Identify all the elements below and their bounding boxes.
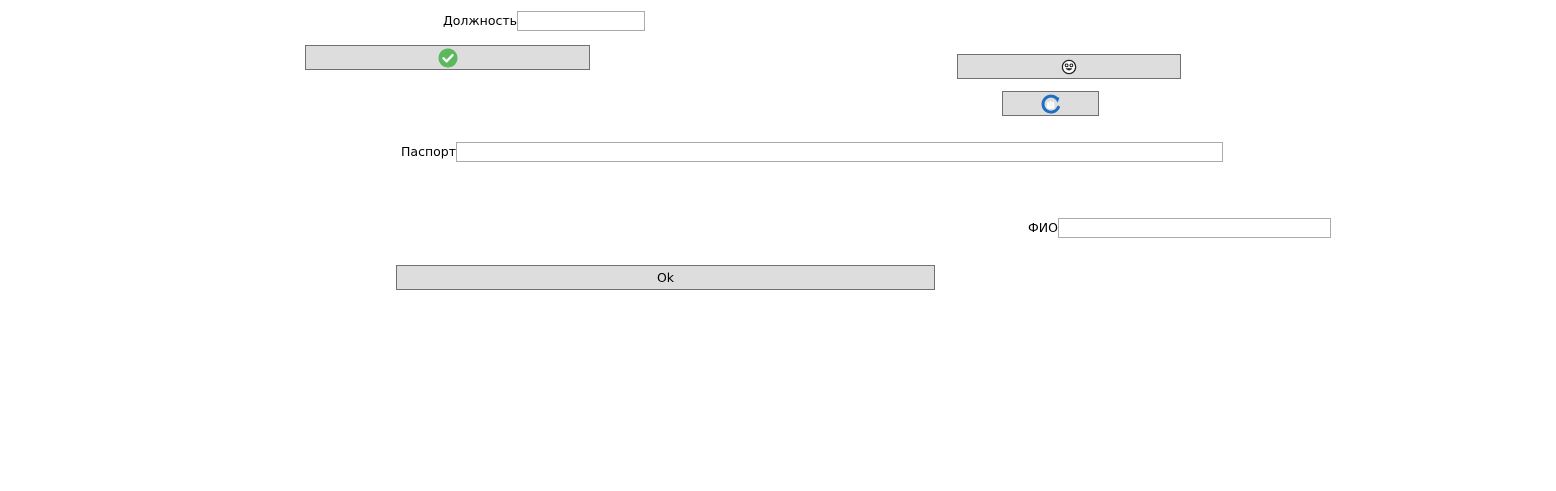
ok-button-label: Ok [656,270,675,285]
passport-input[interactable] [456,142,1223,162]
refresh-button[interactable] [1002,91,1099,116]
form-window: Должность Паспорт ФИО Ok [0,0,1556,491]
passport-label: Паспорт [401,144,456,159]
smiley-face-icon [1061,59,1077,75]
position-input[interactable] [517,11,645,31]
check-circle-icon [438,48,458,68]
fio-label: ФИО [1028,220,1058,235]
confirm-button[interactable] [305,45,590,70]
position-label: Должность [442,13,517,28]
ok-button[interactable]: Ok [396,265,935,290]
fio-input[interactable] [1058,218,1331,238]
emoji-button[interactable] [957,54,1181,79]
refresh-hand-icon [1040,93,1062,115]
